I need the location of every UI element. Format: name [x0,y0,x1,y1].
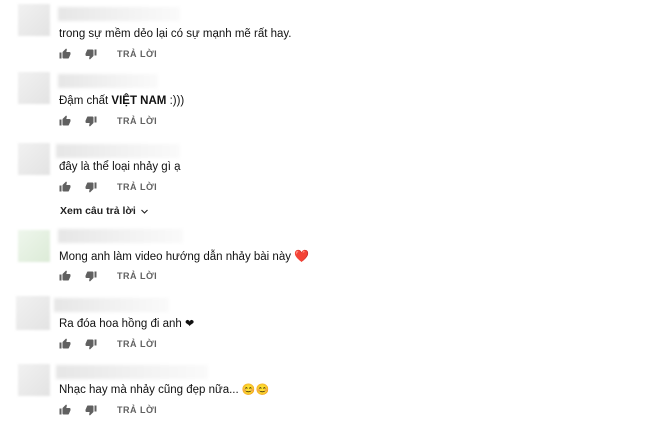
heart-emoji: ❤️ [294,249,310,263]
avatar[interactable] [18,4,50,36]
comment-text: Nhạc hay mà nhảy cũng đẹp nữa... 😊😊 [59,383,269,397]
heart-emoji: ❤ [184,318,195,330]
avatar[interactable] [18,230,50,262]
thumb-up-icon[interactable] [59,338,71,350]
reply-button[interactable]: TRẢ LỜI [117,49,157,59]
reply-button[interactable]: TRẢ LỜI [117,271,157,281]
comment-text-prefix: Đậm chất [59,95,112,107]
thumb-down-icon[interactable] [85,404,97,416]
smile-emoji: 😊😊 [241,384,270,396]
thumb-down-icon[interactable] [85,338,97,350]
reply-button[interactable]: TRẢ LỜI [117,405,157,415]
comment-actions: TRẢ LỜI [59,180,157,194]
comment-actions: TRẢ LỜI [59,337,157,351]
chevron-down-icon [140,209,148,214]
comment-text: đây là thể loại nhảy gì ạ [59,161,181,173]
reply-button[interactable]: TRẢ LỜI [117,339,157,349]
comment-text: Ra đóa hoa hồng đi anh ❤ [59,317,194,331]
comment-text: Mong anh làm video hướng dẫn nhảy bài nà… [59,249,309,264]
comment-text-body: Ra đóa hoa hồng đi anh [59,318,182,330]
view-replies-label: Xem câu trả lời [60,205,136,217]
thumb-down-icon[interactable] [85,48,97,60]
comment-actions: TRẢ LỜI [59,47,157,61]
comment-text: Đậm chất VIỆT NAM :))) [59,94,184,108]
comment-text: trong sự mềm dẻo lại có sự mạnh mẽ rất h… [59,28,292,40]
comment-text-body: Nhạc hay mà nhảy cũng đẹp nữa... [59,384,239,396]
author-name[interactable] [54,298,169,312]
author-name[interactable] [56,144,180,158]
author-name[interactable] [58,229,183,243]
thumb-up-icon[interactable] [59,270,71,282]
avatar[interactable] [18,364,50,396]
comment-actions: TRẢ LỜI [59,403,157,417]
comment-text-bold: VIỆT NAM [111,95,167,107]
comment-actions: TRẢ LỜI [59,269,157,283]
thumb-down-icon[interactable] [85,270,97,282]
avatar[interactable] [18,72,50,104]
thumb-down-icon[interactable] [85,115,97,127]
thumb-up-icon[interactable] [59,404,71,416]
reply-button[interactable]: TRẢ LỜI [117,116,157,126]
comment-actions: TRẢ LỜI [59,114,157,128]
thumb-down-icon[interactable] [85,181,97,193]
author-name[interactable] [58,7,180,21]
thumb-up-icon[interactable] [59,115,71,127]
author-name[interactable] [58,74,158,88]
comment-text-suffix: :))) [166,95,185,107]
author-name[interactable] [56,365,208,379]
thumb-up-icon[interactable] [59,181,71,193]
avatar[interactable] [16,296,50,330]
avatar[interactable] [18,143,50,175]
comment-text-body: Mong anh làm video hướng dẫn nhảy bài nà… [59,251,291,263]
thumb-up-icon[interactable] [59,48,71,60]
view-replies-button[interactable]: Xem câu trả lời [60,205,149,217]
reply-button[interactable]: TRẢ LỜI [117,182,157,192]
